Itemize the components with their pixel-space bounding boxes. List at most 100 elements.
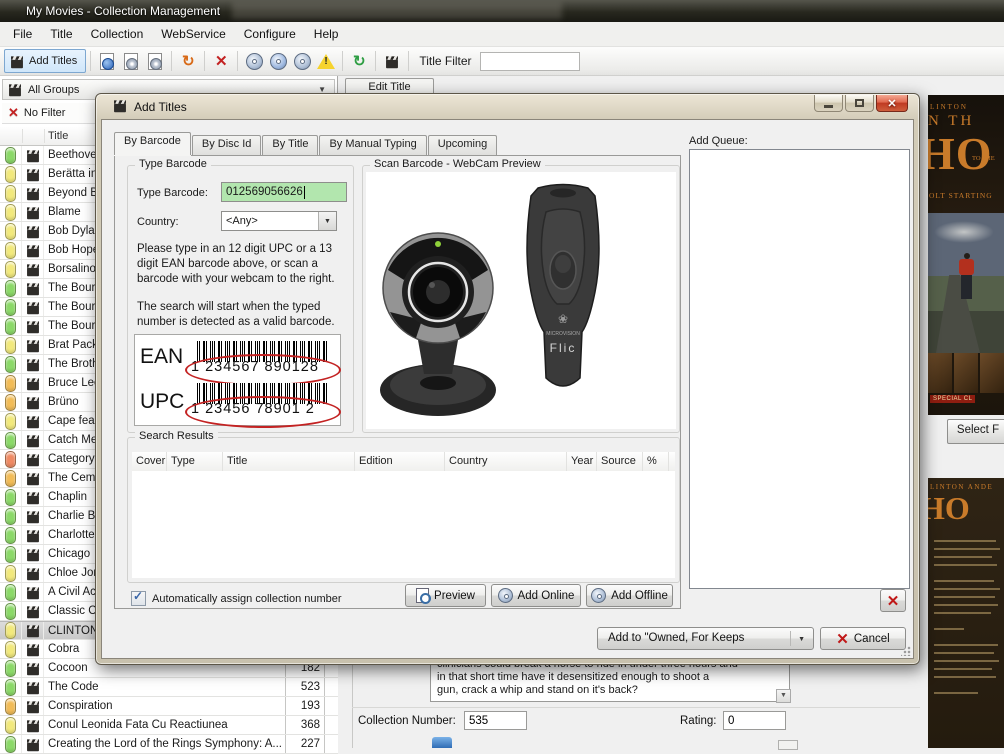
cancel-button[interactable]: ✕ Cancel [820, 627, 906, 650]
edit-clapper-icon[interactable] [382, 51, 402, 71]
results-column-title[interactable]: Title [223, 452, 355, 471]
list-item[interactable]: Conul Leonida Fata Cu Reactiunea368 [0, 716, 338, 735]
list-item-title: Conspiration [44, 700, 285, 712]
warning-icon[interactable] [316, 51, 336, 71]
select-front-button[interactable]: Select F [947, 419, 1004, 444]
movie-cell [22, 412, 44, 430]
tab-by-barcode[interactable]: By Barcode [114, 132, 191, 155]
clapper-icon [27, 229, 39, 238]
add-queue-label: Add Queue: [689, 135, 748, 147]
movie-cell [22, 355, 44, 373]
status-pill-icon [5, 223, 16, 240]
menu-configure[interactable]: Configure [235, 23, 305, 45]
menu-webservice[interactable]: WebService [152, 23, 234, 45]
add-titles-toolbar-button[interactable]: Add Titles [4, 49, 86, 73]
status-cell [0, 260, 22, 278]
checkbox-checked[interactable]: ✓ [131, 591, 146, 606]
back-cover-image[interactable]: LINTON ANDE HO [928, 478, 1004, 748]
barcode-input[interactable]: 012569056626 [221, 182, 347, 202]
maximize-button[interactable] [845, 95, 874, 112]
delete-icon[interactable]: ✕ [211, 51, 231, 71]
menu-file[interactable]: File [4, 23, 41, 45]
menu-bar: FileTitleCollectionWebServiceConfigureHe… [0, 22, 1004, 47]
export-disc-icon[interactable] [121, 51, 141, 71]
disc-tool-2-icon[interactable] [268, 51, 288, 71]
preview-button[interactable]: Preview [405, 584, 486, 607]
close-button[interactable]: ✕ [876, 95, 908, 112]
collection-number-cell: 193 [285, 697, 325, 715]
movie-cell [22, 659, 44, 677]
results-column-year[interactable]: Year [567, 452, 597, 471]
status-cell [0, 279, 22, 297]
status-cell [0, 678, 22, 696]
list-item[interactable]: Conspiration193 [0, 697, 338, 716]
export-web-icon[interactable] [97, 51, 117, 71]
add-online-button[interactable]: Add Online [491, 584, 581, 607]
tab-by-disc-id[interactable]: By Disc Id [192, 135, 262, 155]
country-select[interactable]: <Any> ▼ [221, 211, 337, 231]
cover-text: OLT STARTING [929, 191, 993, 200]
preview-icon [416, 588, 429, 603]
add-to-collection-split-button[interactable]: Add to "Owned, For Keeps ▼ [597, 627, 814, 650]
refresh-icon[interactable]: ↻ [349, 51, 369, 71]
tab-upcoming[interactable]: Upcoming [428, 135, 498, 155]
title-filter-input[interactable] [480, 52, 580, 71]
scroll-down-button[interactable]: ▼ [776, 689, 791, 703]
list-item[interactable]: Creating the Lord of the Rings Symphony:… [0, 735, 338, 754]
rating-label: Rating: [680, 715, 716, 727]
resize-grip[interactable] [901, 646, 911, 656]
remove-from-queue-button[interactable]: ✕ [880, 589, 906, 612]
add-offline-button[interactable]: Add Offline [586, 584, 673, 607]
window-title: My Movies - Collection Management [26, 4, 220, 18]
list-item[interactable]: The Code523 [0, 678, 338, 697]
results-column-edition[interactable]: Edition [355, 452, 445, 471]
disc-tool-3-icon[interactable] [292, 51, 312, 71]
clipped-toolbar-icon [432, 737, 452, 748]
country-value: <Any> [226, 215, 258, 227]
status-pill-icon [5, 318, 16, 335]
rating-input[interactable] [723, 711, 786, 730]
export-device-icon[interactable] [145, 51, 165, 71]
results-column-pct[interactable]: % [643, 452, 669, 471]
cover-photo [928, 213, 1004, 353]
clapper-icon [27, 400, 39, 409]
upc-label: UPC [140, 390, 184, 414]
tab-by-manual-typing[interactable]: By Manual Typing [319, 135, 426, 155]
clapper-icon [27, 742, 39, 751]
clapper-icon [27, 343, 39, 352]
toolbar-separator [408, 51, 409, 71]
clapper-icon [27, 381, 39, 390]
collection-number-cell: 368 [285, 716, 325, 734]
status-cell [0, 412, 22, 430]
auto-assign-checkbox-row[interactable]: ✓ Automatically assign collection number [131, 591, 342, 606]
status-cell [0, 488, 22, 506]
menu-collection[interactable]: Collection [82, 23, 153, 45]
status-cell [0, 393, 22, 411]
status-pill-icon [5, 242, 16, 259]
status-cell [0, 203, 22, 221]
disc-tool-1-icon[interactable] [244, 51, 264, 71]
tab-by-title[interactable]: By Title [262, 135, 318, 155]
add-queue-listbox[interactable] [689, 149, 910, 589]
status-pill-icon [5, 185, 16, 202]
menu-help[interactable]: Help [305, 23, 348, 45]
front-cover-image[interactable]: LINTON N TH HO TO THE OLT STARTING SPECI… [928, 95, 1004, 415]
movie-cell [22, 165, 44, 183]
collection-number-input[interactable] [464, 711, 527, 730]
collection-number-label: Collection Number: [358, 715, 456, 727]
minimize-button[interactable] [814, 95, 843, 112]
sync-icon[interactable]: ↻ [178, 51, 198, 71]
results-column-cover[interactable]: Cover [132, 452, 167, 471]
toolbar-separator [237, 51, 238, 71]
results-column-type[interactable]: Type [167, 452, 223, 471]
results-column-country[interactable]: Country [445, 452, 567, 471]
ean-label: EAN [140, 345, 183, 369]
status-pill-icon [5, 299, 16, 316]
clapper-icon [27, 666, 39, 675]
results-column-source[interactable]: Source [597, 452, 643, 471]
results-header-row[interactable]: CoverTypeTitleEditionCountryYearSource% [132, 452, 675, 472]
clapper-icon [27, 552, 39, 561]
menu-title[interactable]: Title [41, 23, 81, 45]
clapper-icon [27, 210, 39, 219]
barcode-value: 012569056626 [226, 186, 303, 198]
